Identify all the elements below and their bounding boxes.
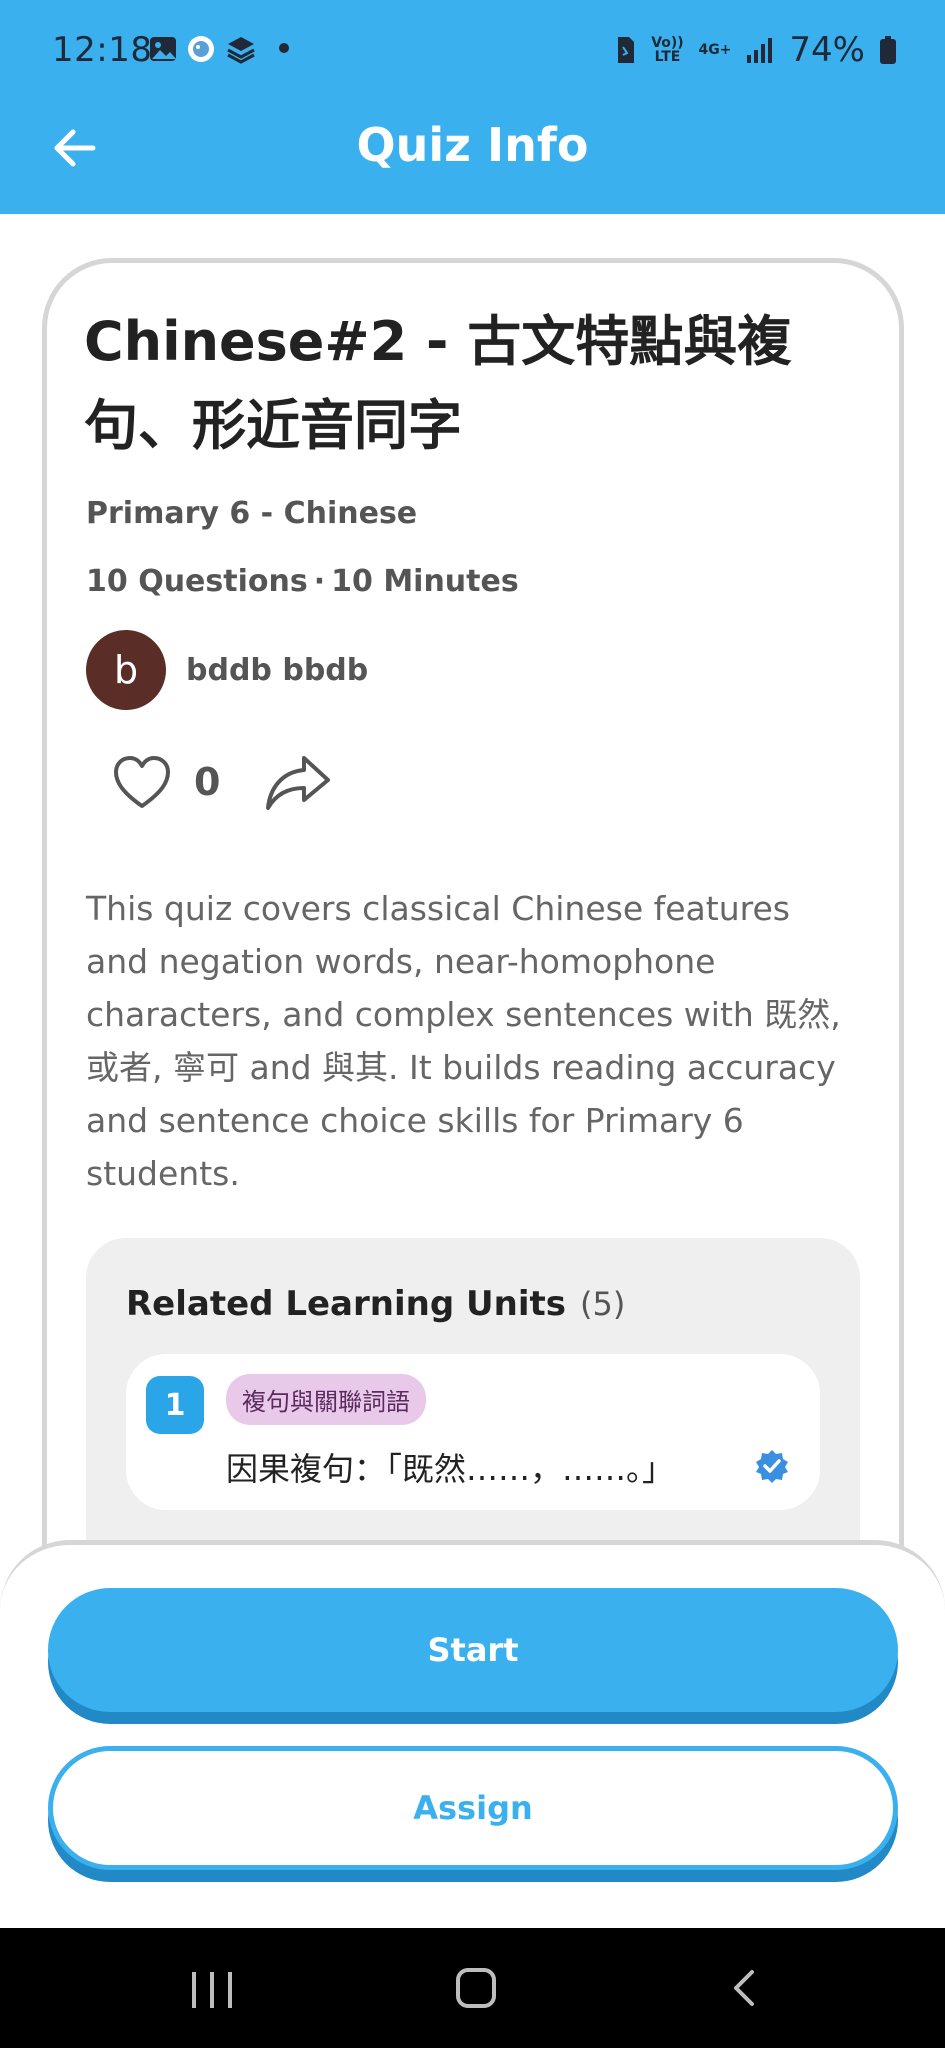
status-bar: 12:18 Vo)) LTE 4G+ 74% <box>0 0 945 100</box>
share-icon[interactable] <box>262 752 334 812</box>
quiz-title: Chinese#2 - 古文特點與複句、形近音同字 <box>84 310 792 457</box>
status-time: 12:18 <box>52 30 153 70</box>
related-title: Related Learning Units (5) <box>126 1284 625 1324</box>
related-count: (5) <box>579 1285 626 1323</box>
verified-icon <box>756 1450 788 1483</box>
battery-percent: 74% <box>789 30 865 70</box>
avatar: b <box>86 630 166 710</box>
quiz-actions: 0 <box>112 752 334 812</box>
assign-button[interactable]: Assign <box>48 1746 898 1870</box>
stack-notification-icon <box>227 37 255 64</box>
page-title: Quiz Info <box>356 118 589 172</box>
quiz-description: This quiz covers classical Chinese featu… <box>86 889 841 1193</box>
start-button[interactable]: Start <box>48 1588 898 1712</box>
quiz-subject: Primary 6 - Chinese <box>86 496 418 531</box>
app-header: 12:18 Vo)) LTE 4G+ 74% Quiz Info <box>0 0 945 214</box>
author-name: bddb bbdb <box>186 652 369 688</box>
network-type: 4G+ <box>698 42 732 58</box>
volte-indicator: Vo)) LTE <box>651 35 684 65</box>
question-count: 10 Questions <box>86 564 308 599</box>
related-title-text: Related Learning Units <box>126 1284 566 1324</box>
more-notifications-dot-icon <box>279 43 289 53</box>
status-right: Vo)) LTE 4G+ 74% <box>614 30 897 70</box>
recent-apps-button[interactable] <box>192 1972 232 2008</box>
like-count: 0 <box>194 760 221 804</box>
signal-icon <box>747 38 773 63</box>
list-item[interactable]: 1 複句與關聯詞語 因果複句：「既然……，……。」 <box>126 1354 820 1510</box>
unit-tag: 複句與關聯詞語 <box>226 1374 426 1425</box>
meta-separator: · <box>313 564 326 599</box>
gallery-notification-icon <box>150 37 176 61</box>
quiz-duration: 10 Minutes <box>331 564 519 599</box>
unit-number: 1 <box>146 1376 204 1434</box>
author[interactable]: b bddb bbdb <box>86 630 368 710</box>
system-nav-bar <box>0 1928 945 2048</box>
sim-icon <box>618 37 635 63</box>
home-button[interactable] <box>456 1968 496 2008</box>
quiz-meta: 10 Questions · 10 Minutes <box>86 564 519 599</box>
battery-icon <box>880 36 896 64</box>
unit-text: 因果複句：「既然……，……。」 <box>226 1450 675 1488</box>
app-notification-icon <box>188 36 214 62</box>
heart-icon[interactable] <box>112 754 172 810</box>
system-back-icon[interactable] <box>726 1968 766 2008</box>
